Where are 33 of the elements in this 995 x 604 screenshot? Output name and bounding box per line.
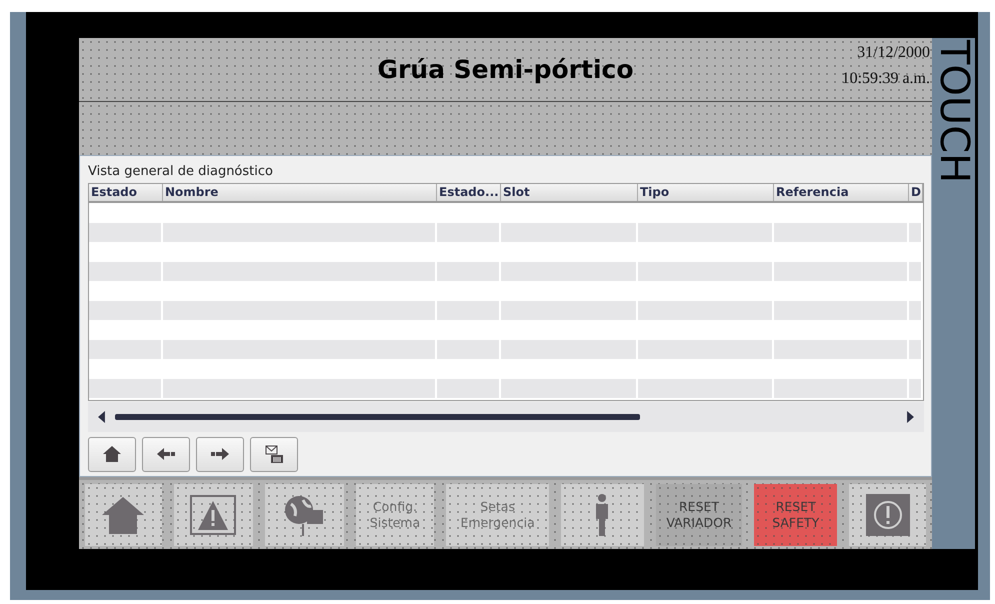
home-icon	[102, 445, 122, 464]
globe-monitor-icon	[283, 494, 326, 536]
horizontal-scrollbar[interactable]	[88, 402, 924, 432]
column-header[interactable]: Nombre	[163, 184, 437, 201]
scrollbar-thumb[interactable]	[115, 414, 640, 420]
scroll-left-icon[interactable]	[98, 411, 105, 423]
nav-button[interactable]	[88, 437, 136, 472]
envelope-device-icon	[264, 445, 284, 464]
warning-icon	[190, 494, 236, 534]
panel-title: Vista general de diagnóstico	[88, 163, 274, 181]
column-header[interactable]: Referencia	[774, 184, 909, 201]
column-header[interactable]: Estado	[89, 184, 163, 201]
date-display: 31/12/2000	[857, 44, 930, 62]
toolbar-button[interactable]	[174, 484, 253, 546]
toolbar-button[interactable]: RESET VARIADOR	[656, 484, 742, 546]
screen-title: Grúa Semi-pórtico	[377, 55, 634, 84]
toolbar-button[interactable]	[264, 484, 344, 546]
brand-label: TOUCH	[932, 38, 975, 549]
house-icon	[101, 494, 146, 534]
scroll-right-icon[interactable]	[907, 411, 914, 423]
toolbar-button[interactable]	[560, 484, 644, 546]
toolbar-button[interactable]	[849, 484, 926, 546]
toolbar-button[interactable]	[85, 484, 162, 546]
column-header[interactable]: D	[909, 184, 923, 201]
column-header[interactable]: Tipo	[638, 184, 774, 201]
nav-button[interactable]	[250, 437, 298, 472]
person-icon	[594, 492, 610, 536]
time-display: 10:59:39 a.m.	[842, 70, 930, 88]
nav-button[interactable]	[142, 437, 190, 472]
info-icon	[866, 494, 910, 536]
column-header[interactable]: Slot	[501, 184, 638, 201]
column-header[interactable]: Estado...	[437, 184, 501, 201]
nav-button[interactable]	[196, 437, 244, 472]
